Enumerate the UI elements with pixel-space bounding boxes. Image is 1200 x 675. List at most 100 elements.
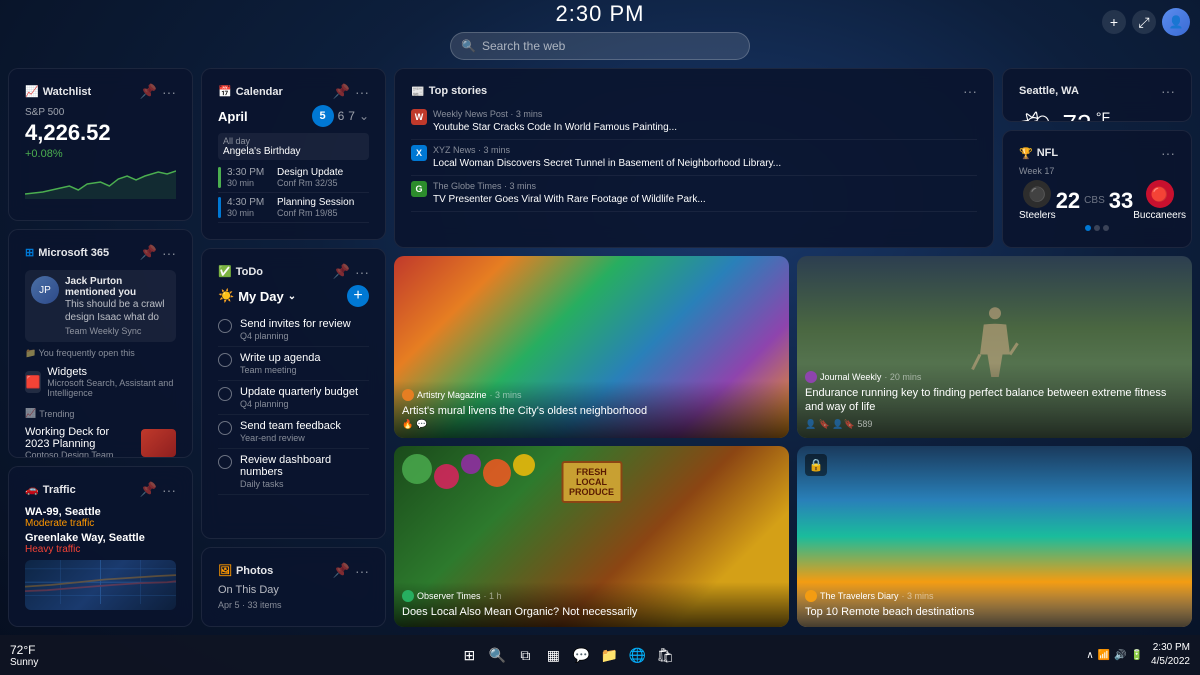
endurance-card[interactable]: Journal Weekly · 20 mins Endurance runni… bbox=[797, 256, 1192, 438]
search-placeholder: Search the web bbox=[482, 39, 565, 53]
taskbar-weather: 72°F Sunny bbox=[10, 643, 38, 668]
todo-checkbox-5[interactable] bbox=[218, 455, 232, 469]
todo-add-button[interactable]: + bbox=[347, 285, 369, 307]
calendar-more-btn[interactable]: ··· bbox=[355, 84, 369, 100]
todo-title: ✅ ToDo bbox=[218, 265, 263, 278]
photos-label: On This Day bbox=[218, 584, 369, 596]
mention-avatar: JP bbox=[31, 276, 59, 304]
news-source-icon-2: X bbox=[411, 145, 427, 161]
calendar-day3: 7 bbox=[348, 109, 355, 123]
freq-label: 📁 You frequently open this bbox=[25, 348, 176, 359]
search-bar[interactable]: 🔍 Search the web bbox=[450, 32, 750, 60]
taskbar-clock[interactable]: 2:30 PM 4/5/2022 bbox=[1151, 641, 1190, 669]
todo-checkbox-1[interactable] bbox=[218, 319, 232, 333]
beach-lock-icon: 🔒 bbox=[805, 454, 827, 476]
stock-change: +0.08% bbox=[25, 148, 176, 160]
weather-icon: 🌤 bbox=[1019, 108, 1055, 122]
traffic-pin-btn[interactable]: 📌 bbox=[140, 481, 157, 498]
taskbar-windows-icon[interactable]: ⊞ bbox=[459, 645, 479, 665]
photos-more-btn[interactable]: ··· bbox=[355, 563, 369, 579]
watchlist-pin-btn[interactable]: 📌 bbox=[140, 83, 157, 100]
nfl-week: Week 17 bbox=[1019, 166, 1175, 176]
calendar-expand-icon[interactable]: ⌄ bbox=[359, 109, 369, 123]
observer-source-icon bbox=[402, 590, 414, 602]
journal-source-name: Journal Weekly bbox=[820, 372, 881, 382]
stock-name: S&P 500 bbox=[25, 107, 176, 118]
artistry-source-name: Artistry Magazine bbox=[417, 390, 487, 400]
journal-source-icon bbox=[805, 371, 817, 383]
taskbar-taskview-icon[interactable]: ⧉ bbox=[515, 645, 535, 665]
stories-more-btn[interactable]: ··· bbox=[963, 83, 977, 99]
nfl-widget: 🏆 NFL ··· Week 17 ⚫ Steelers bbox=[1002, 130, 1192, 248]
calendar-event-2[interactable]: 4:30 PM 30 min Planning Session Conf Rm … bbox=[218, 193, 369, 223]
todo-more-btn[interactable]: ··· bbox=[355, 264, 369, 280]
travelers-source-name: The Travelers Diary bbox=[820, 591, 899, 601]
traffic-route-2: Greenlake Way, Seattle Heavy traffic bbox=[25, 532, 176, 555]
artistry-time: · 3 mins bbox=[490, 390, 522, 400]
ms365-more-btn[interactable]: ··· bbox=[162, 245, 176, 261]
taskbar-files-icon[interactable]: 📁 bbox=[599, 645, 619, 665]
calendar-all-day: All day Angela's Birthday bbox=[218, 133, 369, 160]
stock-price: 4,226.52 bbox=[25, 120, 176, 146]
calendar-pin-btn[interactable]: 📌 bbox=[333, 83, 350, 100]
endurance-reactions: 👤 🔖 👤🔖 589 bbox=[805, 419, 872, 430]
top-stories-widget: 📰 Top stories ··· W Weekly News Post · 3… bbox=[394, 68, 994, 248]
ms365-mention-card[interactable]: JP Jack Purton mentioned you This should… bbox=[25, 270, 176, 342]
volume-icon[interactable]: 🔊 bbox=[1114, 650, 1126, 661]
weather-unit: °F bbox=[1096, 109, 1110, 122]
nfl-title: 🏆 NFL bbox=[1019, 147, 1058, 160]
todo-myday-label: ☀️ My Day ⌄ bbox=[218, 288, 296, 304]
taskbar-search-icon[interactable]: 🔍 bbox=[487, 645, 507, 665]
todo-item-3[interactable]: Update quarterly budgetQ4 planning bbox=[218, 381, 369, 415]
watchlist-more-btn[interactable]: ··· bbox=[162, 84, 176, 100]
weather-more-btn[interactable]: ··· bbox=[1161, 83, 1175, 99]
organic-card[interactable]: FRESHLOCALPRODUCE Observer Times · 1 h D… bbox=[394, 446, 789, 628]
traffic-widget: 🚗 Traffic 📌 ··· WA-99, Seattle Moderate … bbox=[8, 466, 193, 627]
trending-label: 📈 Trending bbox=[25, 408, 176, 419]
calendar-widget: 📅 Calendar 📌 ··· April 5 6 7 ⌄ bbox=[201, 68, 386, 240]
artistry-title: Artist's mural livens the City's oldest … bbox=[402, 404, 781, 418]
todo-item-2[interactable]: Write up agendaTeam meeting bbox=[218, 347, 369, 381]
todo-checkbox-2[interactable] bbox=[218, 353, 232, 367]
photos-widget: 🖼 Photos 📌 ··· On This Day Apr 5 · 33 it… bbox=[201, 547, 386, 627]
calendar-event-1[interactable]: 3:30 PM 30 min Design Update Conf Rm 32/… bbox=[218, 163, 369, 193]
nfl-team1-logo: ⚫ bbox=[1023, 180, 1051, 208]
todo-pin-btn[interactable]: 📌 bbox=[333, 263, 350, 280]
trending-item[interactable]: Working Deck for 2023 Planning Contoso D… bbox=[25, 422, 176, 458]
taskbar-widgets-icon[interactable]: ▦ bbox=[543, 645, 563, 665]
ms365-pin-btn[interactable]: 📌 bbox=[140, 244, 157, 261]
wifi-icon[interactable]: 📶 bbox=[1098, 650, 1110, 661]
taskbar-store-icon[interactable]: 🛍 bbox=[655, 645, 675, 665]
top-stories-title: 📰 Top stories bbox=[411, 85, 487, 98]
news-source-icon-3: G bbox=[411, 181, 427, 197]
todo-item-1[interactable]: Send invites for reviewQ4 planning bbox=[218, 313, 369, 347]
beach-card[interactable]: 🔒 The Travelers Diary · 3 mins Top 10 Re… bbox=[797, 446, 1192, 628]
artistry-reactions: 🔥💬 bbox=[402, 419, 781, 430]
news-item-3[interactable]: G The Globe Times · 3 mins TV Presenter … bbox=[411, 176, 977, 212]
taskbar-teams-icon[interactable]: 💬 bbox=[571, 645, 591, 665]
news-item-2[interactable]: X XYZ News · 3 mins Local Woman Discover… bbox=[411, 140, 977, 176]
photos-pin-btn[interactable]: 📌 bbox=[333, 562, 350, 579]
traffic-more-btn[interactable]: ··· bbox=[162, 482, 176, 498]
calendar-title: 📅 Calendar bbox=[218, 85, 283, 98]
battery-icon[interactable]: 🔋 bbox=[1131, 650, 1143, 661]
artistry-source-icon bbox=[402, 389, 414, 401]
news-item-1[interactable]: W Weekly News Post · 3 mins Youtube Star… bbox=[411, 104, 977, 140]
ms365-title: ⊞ Microsoft 365 bbox=[25, 246, 109, 259]
nfl-score: ⚫ Steelers 22 CBS 33 bbox=[1019, 180, 1175, 221]
tray-expand-icon[interactable]: ∧ bbox=[1086, 650, 1093, 661]
taskbar-edge-icon[interactable]: 🌐 bbox=[627, 645, 647, 665]
todo-item-4[interactable]: Send team feedbackYear-end review bbox=[218, 415, 369, 449]
news-source-icon-1: W bbox=[411, 109, 427, 125]
artist-mural-card[interactable]: Artistry Magazine · 3 mins Artist's mura… bbox=[394, 256, 789, 438]
traffic-title: 🚗 Traffic bbox=[25, 483, 76, 496]
todo-item-5[interactable]: Review dashboard numbersDaily tasks bbox=[218, 449, 369, 495]
nfl-more-btn[interactable]: ··· bbox=[1161, 145, 1175, 161]
taskbar: 72°F Sunny ⊞ 🔍 ⧉ ▦ 💬 📁 🌐 🛍 ∧ 📶 🔊 🔋 2:30 … bbox=[0, 635, 1200, 675]
todo-checkbox-4[interactable] bbox=[218, 421, 232, 435]
todo-checkbox-3[interactable] bbox=[218, 387, 232, 401]
traffic-route-1: WA-99, Seattle Moderate traffic bbox=[25, 506, 176, 529]
nfl-team2: 🔴 Buccaneers bbox=[1133, 180, 1186, 221]
calendar-today[interactable]: 5 bbox=[312, 105, 334, 127]
freq-item[interactable]: 🟥 Widgets Microsoft Search, Assistant an… bbox=[25, 362, 176, 402]
